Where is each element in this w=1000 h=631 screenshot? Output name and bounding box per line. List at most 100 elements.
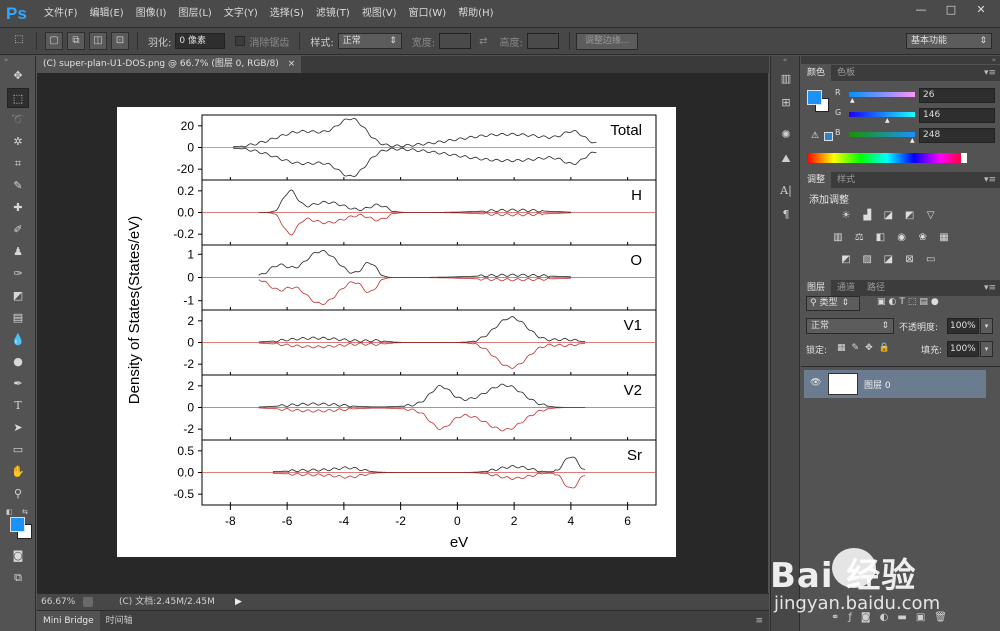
- history-brush-tool-icon[interactable]: ✑: [7, 264, 29, 284]
- green-value-input[interactable]: 146: [919, 108, 995, 123]
- height-input[interactable]: [526, 33, 559, 49]
- threshold-icon[interactable]: ◪: [881, 254, 895, 266]
- gradient-tool-icon[interactable]: ▤: [7, 308, 29, 328]
- minimize-button[interactable]: —: [906, 2, 936, 18]
- gradient-map-icon[interactable]: ▭: [924, 254, 938, 266]
- color-foreground-swatch[interactable]: [807, 90, 822, 105]
- lock-transparent-icon[interactable]: ▦: [837, 343, 852, 353]
- posterize-icon[interactable]: ▨: [860, 254, 874, 266]
- feather-input[interactable]: 0 像素: [175, 33, 226, 49]
- blue-slider-thumb[interactable]: ▲: [910, 137, 915, 144]
- opacity-input[interactable]: 100%: [947, 318, 979, 334]
- eyedropper-tool-icon[interactable]: ✎: [7, 176, 29, 196]
- tab-paths[interactable]: 路径: [861, 280, 891, 296]
- intersect-selection-icon[interactable]: ⊡: [111, 32, 129, 50]
- blur-tool-icon[interactable]: 💧: [7, 330, 29, 350]
- tab-timeline[interactable]: 时间轴: [100, 611, 139, 631]
- style-select[interactable]: 正常 ⇕: [337, 33, 402, 49]
- hand-tool-icon[interactable]: ✋: [7, 462, 29, 482]
- brush-tool-icon[interactable]: ✐: [7, 220, 29, 240]
- crop-tool-icon[interactable]: ⌗: [7, 154, 29, 174]
- add-selection-icon[interactable]: ⧉: [67, 32, 85, 50]
- menu-item-8[interactable]: 窗口(W): [402, 0, 452, 28]
- panel-menu-icon[interactable]: ▾≡: [984, 175, 996, 185]
- blue-slider[interactable]: [849, 132, 915, 137]
- brightness-contrast-icon[interactable]: ☀: [839, 210, 853, 222]
- clone-stamp-tool-icon[interactable]: ♟: [7, 242, 29, 262]
- menu-item-2[interactable]: 图像(I): [130, 0, 173, 28]
- smart-object-filter-icon[interactable]: ▤: [919, 297, 931, 307]
- panel-menu-icon[interactable]: ▾≡: [984, 283, 996, 293]
- lock-position-icon[interactable]: ✥: [865, 343, 879, 353]
- red-slider-thumb[interactable]: ▲: [850, 97, 855, 104]
- move-tool-icon[interactable]: ✥: [7, 66, 29, 86]
- green-slider-thumb[interactable]: ▲: [885, 117, 890, 124]
- brush-presets-icon[interactable]: ✺: [776, 126, 796, 144]
- spectrum-white-swatch[interactable]: [961, 153, 967, 163]
- magic-wand-tool-icon[interactable]: ✲: [7, 132, 29, 152]
- zoom-level[interactable]: 66.67%: [41, 594, 75, 610]
- character-panel-icon[interactable]: A|: [776, 182, 796, 200]
- tab-color[interactable]: 颜色: [801, 65, 832, 81]
- close-button[interactable]: ✕: [966, 2, 996, 18]
- red-value-input[interactable]: 26: [919, 88, 995, 103]
- exposure-icon[interactable]: ◩: [903, 210, 917, 222]
- canvas-area[interactable]: Density of States(States/eV) 20 0 -20 Total 0…: [37, 73, 768, 593]
- close-document-icon[interactable]: ×: [288, 59, 296, 69]
- vibrance-icon[interactable]: ▽: [924, 210, 938, 222]
- healing-brush-tool-icon[interactable]: ✚: [7, 198, 29, 218]
- antialias-checkbox[interactable]: [235, 36, 246, 46]
- lock-image-icon[interactable]: ✎: [852, 343, 866, 353]
- lock-all-icon[interactable]: 🔒: [879, 343, 896, 353]
- layer-row[interactable]: 👁 图层 0: [804, 370, 986, 398]
- default-colors-icon[interactable]: ◧: [6, 508, 13, 516]
- menu-item-3[interactable]: 图层(L): [172, 0, 217, 28]
- history-panel-icon[interactable]: ▥: [776, 70, 796, 88]
- collapse-panels-icon[interactable]: »: [801, 56, 1000, 64]
- black-white-icon[interactable]: ◧: [873, 232, 887, 244]
- tab-channels[interactable]: 通道: [831, 280, 861, 296]
- layer-visibility-eye-icon[interactable]: 👁: [810, 378, 821, 388]
- gamut-warning-icon[interactable]: ⚠: [811, 131, 819, 141]
- width-input[interactable]: [439, 33, 472, 49]
- status-info-icon[interactable]: [83, 597, 93, 607]
- type-tool-icon[interactable]: T: [7, 396, 29, 416]
- fill-input[interactable]: 100%: [947, 341, 979, 357]
- rectangle-tool-icon[interactable]: ▭: [7, 440, 29, 460]
- color-lookup-icon[interactable]: ▦: [937, 232, 951, 244]
- status-menu-arrow-icon[interactable]: ▶: [235, 594, 242, 610]
- tab-adjustments[interactable]: 调整: [801, 172, 832, 188]
- web-safe-color-swatch[interactable]: [824, 132, 833, 141]
- channel-mixer-icon[interactable]: ❀: [916, 232, 930, 244]
- panel-menu-icon[interactable]: ≡: [755, 616, 763, 626]
- layer-kind-filter[interactable]: ⚲ 类型 ⇕: [806, 296, 860, 311]
- tab-layers[interactable]: 图层: [801, 280, 832, 296]
- green-slider[interactable]: [849, 112, 915, 117]
- new-selection-icon[interactable]: ▢: [45, 32, 63, 50]
- swap-colors-icon[interactable]: ⇆: [22, 508, 28, 516]
- shape-filter-icon[interactable]: ⬚: [908, 297, 920, 307]
- dodge-tool-icon[interactable]: ●: [7, 352, 29, 372]
- opacity-dropdown-icon[interactable]: ▾: [980, 318, 993, 334]
- swap-width-height-icon[interactable]: ⇄: [479, 36, 487, 47]
- color-spectrum-bar[interactable]: [807, 153, 967, 163]
- navigator-panel-icon[interactable]: ⊞: [776, 94, 796, 112]
- foreground-color-swatch[interactable]: [10, 517, 25, 532]
- blend-mode-select[interactable]: 正常 ⇕: [806, 318, 894, 334]
- fill-dropdown-icon[interactable]: ▾: [980, 341, 993, 357]
- subtract-selection-icon[interactable]: ◫: [89, 32, 107, 50]
- red-slider[interactable]: [849, 92, 915, 97]
- color-balance-icon[interactable]: ⚖: [852, 232, 866, 244]
- pixel-filter-icon[interactable]: ▣: [877, 297, 889, 307]
- invert-icon[interactable]: ◩: [839, 254, 853, 266]
- menu-item-5[interactable]: 选择(S): [264, 0, 310, 28]
- expand-dock-icon[interactable]: «: [771, 56, 799, 64]
- filter-toggle-icon[interactable]: ●: [931, 297, 942, 307]
- curves-icon[interactable]: ◪: [881, 210, 895, 222]
- photo-filter-icon[interactable]: ◉: [895, 232, 909, 244]
- zoom-tool-icon[interactable]: ⚲: [7, 484, 29, 504]
- workspace-select[interactable]: 基本功能 ⇕: [906, 33, 992, 49]
- menu-item-9[interactable]: 帮助(H): [452, 0, 499, 28]
- tab-styles[interactable]: 样式: [831, 172, 861, 188]
- refine-edge-button[interactable]: 调整边缘...: [575, 32, 639, 50]
